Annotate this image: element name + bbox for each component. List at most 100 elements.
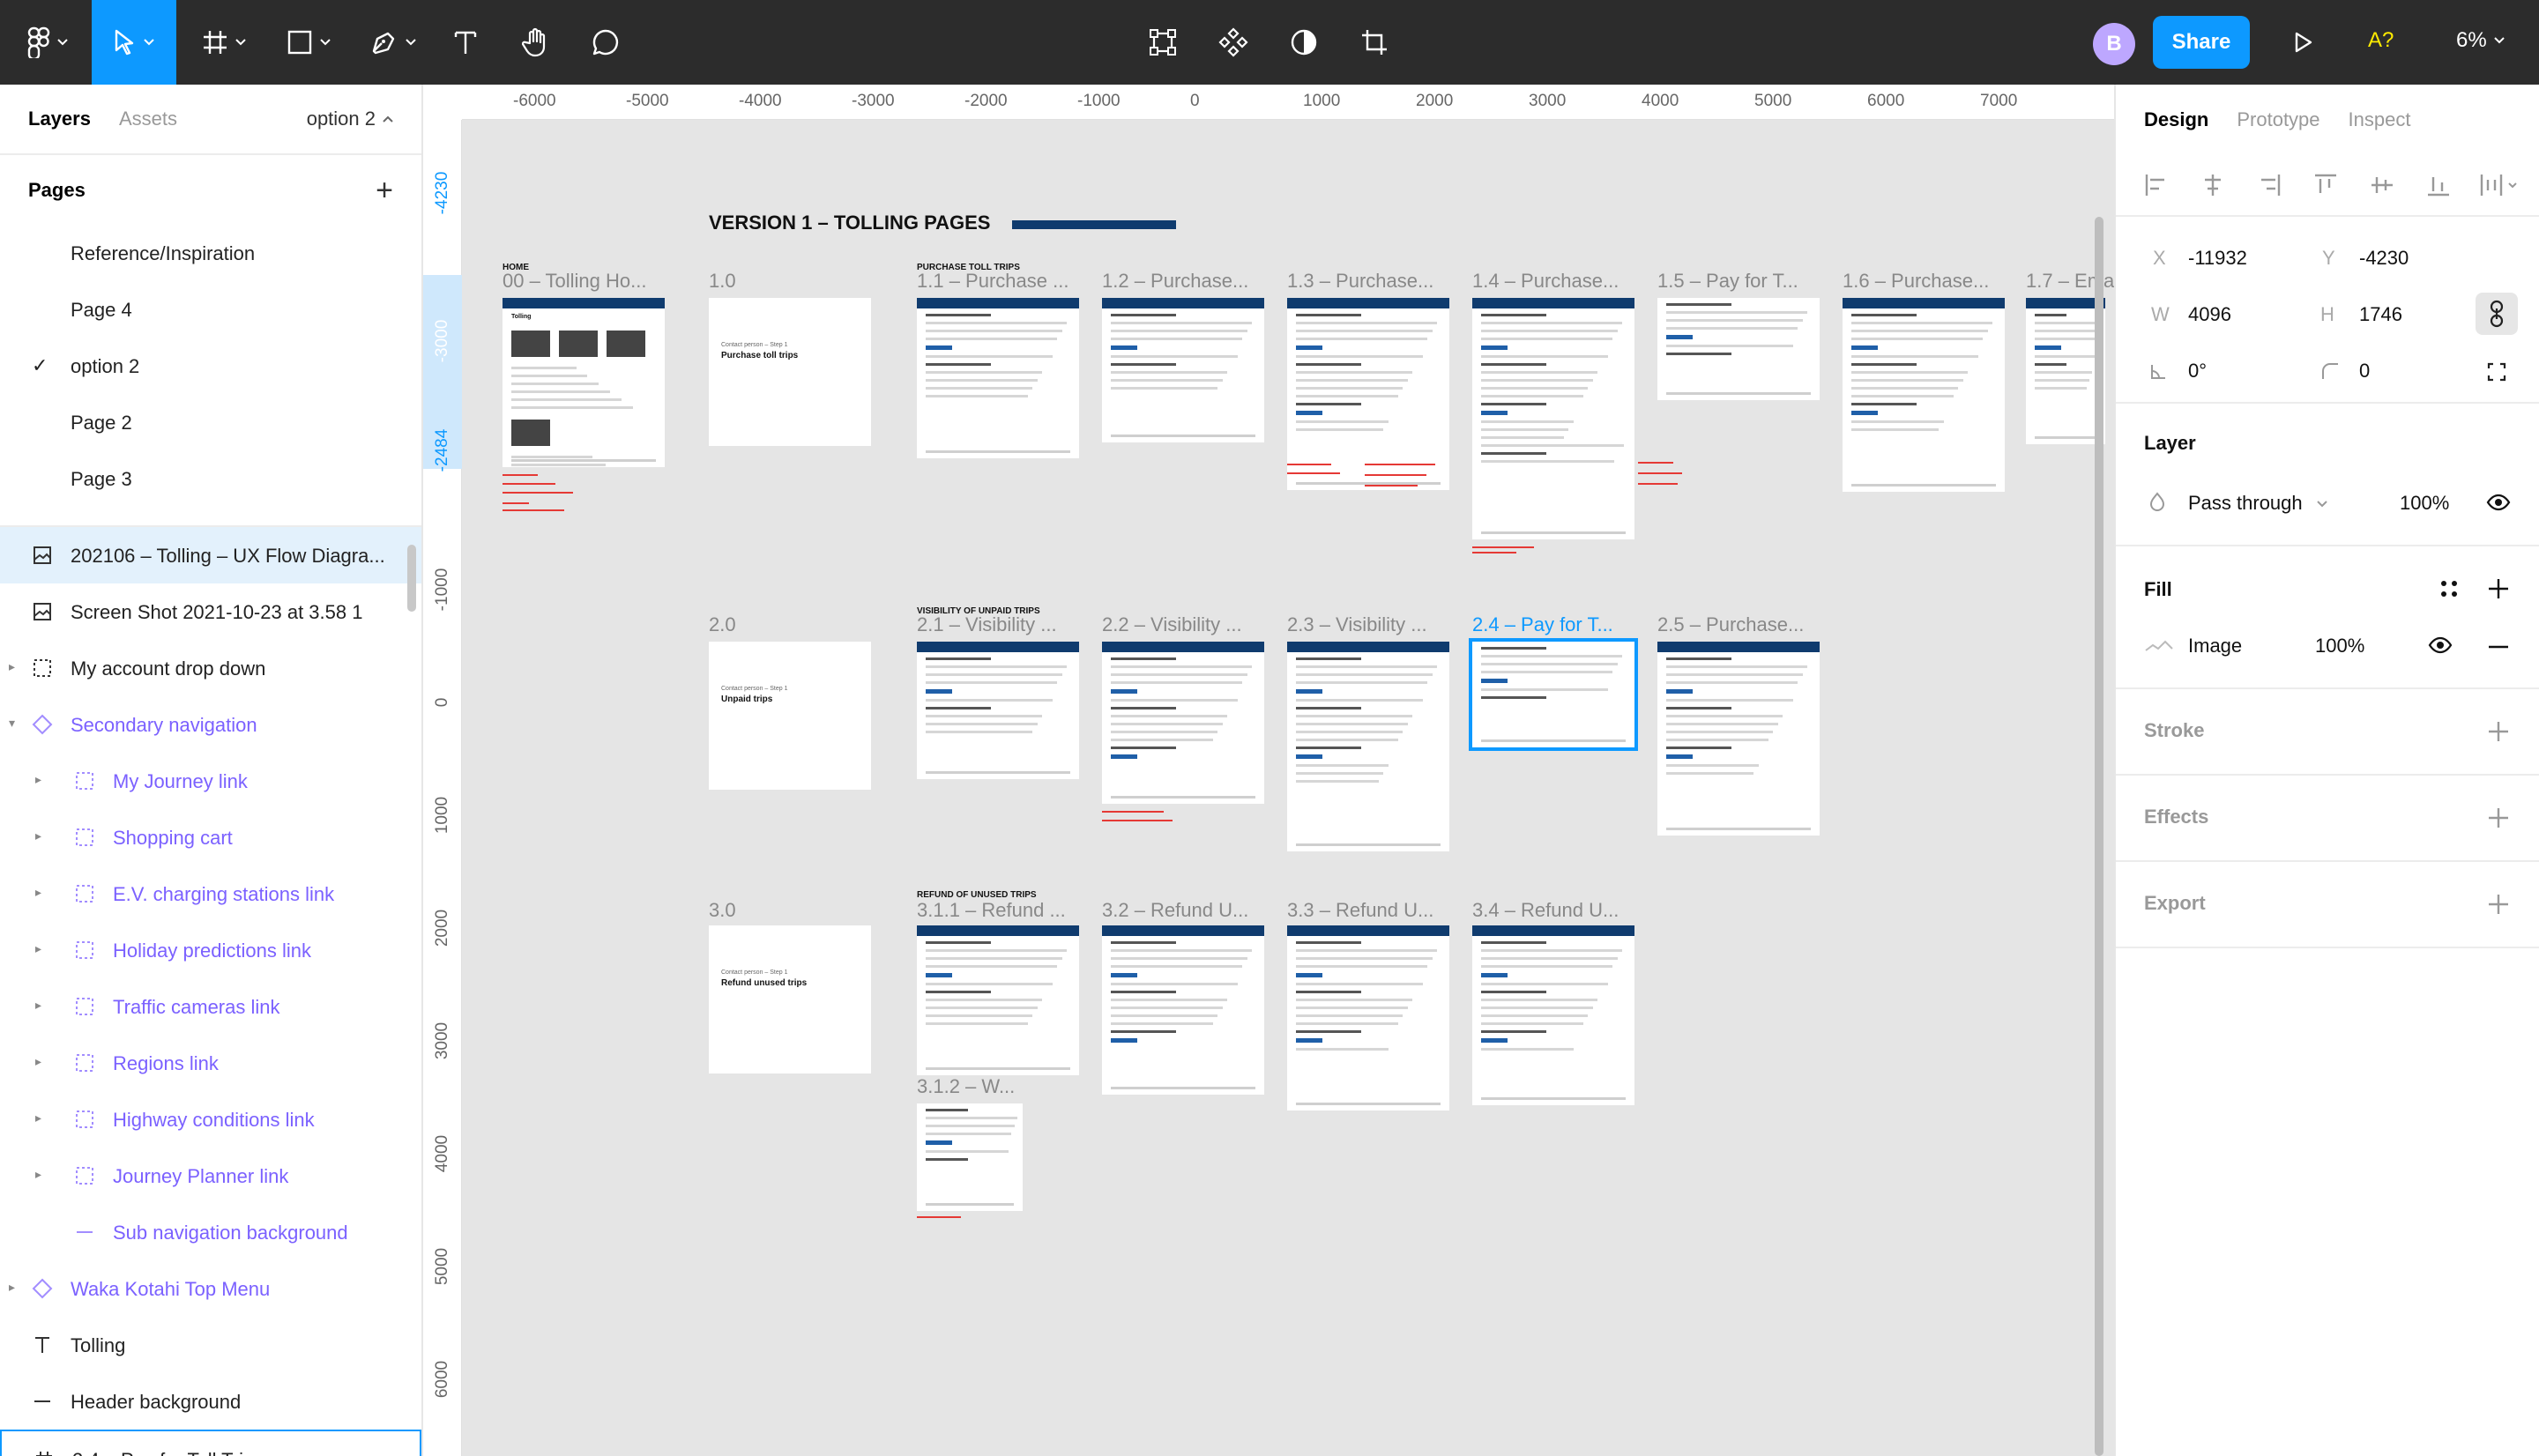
screen-frame[interactable]	[2026, 298, 2105, 444]
screen-frame[interactable]	[1102, 298, 1264, 442]
layer-row[interactable]: Header background	[0, 1373, 421, 1430]
align-horizontal-center-icon[interactable]	[2200, 173, 2225, 197]
layer-row[interactable]: ▸ Holiday predictions link	[0, 922, 421, 978]
create-component-button[interactable]	[1213, 0, 1254, 85]
caret-right-icon[interactable]: ▸	[35, 885, 41, 900]
user-avatar[interactable]: B	[2093, 23, 2135, 65]
frame-tool-button[interactable]	[192, 0, 256, 85]
align-vertical-center-icon[interactable]	[2370, 173, 2394, 197]
edit-object-button[interactable]	[1143, 0, 1183, 85]
present-button[interactable]	[2282, 0, 2326, 85]
page-item[interactable]: Page 2	[0, 395, 421, 451]
blend-mode-dropdown[interactable]: Pass through	[2188, 492, 2303, 515]
screen-frame[interactable]	[917, 925, 1079, 1075]
independent-corners-icon[interactable]	[2486, 361, 2507, 383]
layer-row[interactable]: ▸ E.V. charging stations link	[0, 865, 421, 922]
image-thumbnail-icon[interactable]	[2144, 635, 2174, 656]
screen-frame[interactable]	[1469, 638, 1638, 751]
screen-frame[interactable]	[1287, 642, 1449, 851]
section-divider-frame[interactable]: Contact person – Step 1 Unpaid trips	[709, 642, 871, 790]
crop-button[interactable]	[1354, 0, 1395, 85]
align-top-icon[interactable]	[2313, 173, 2338, 197]
fill-type-label[interactable]: Image	[2188, 635, 2242, 657]
page-item[interactable]: Page 3	[0, 451, 421, 508]
missing-fonts-indicator[interactable]: A?	[2368, 28, 2394, 53]
main-menu-button[interactable]	[19, 0, 76, 85]
layer-opacity-input[interactable]: 100%	[2400, 492, 2449, 515]
share-button[interactable]: Share	[2153, 16, 2250, 69]
shape-tool-button[interactable]	[277, 0, 340, 85]
height-input[interactable]: 1746	[2359, 303, 2402, 326]
layer-row[interactable]: Screen Shot 2021-10-23 at 3.58 1	[0, 583, 421, 640]
mask-button[interactable]	[1284, 0, 1324, 85]
layer-row[interactable]: ▸ Regions link	[0, 1035, 421, 1091]
add-effect-icon[interactable]	[2486, 806, 2511, 830]
layer-row[interactable]: 2.4 – Pay for Toll Trips	[0, 1430, 421, 1456]
corner-radius-input[interactable]: 0	[2359, 360, 2370, 383]
align-bottom-icon[interactable]	[2426, 173, 2451, 197]
screen-frame[interactable]	[1657, 298, 1820, 400]
caret-right-icon[interactable]: ▸	[35, 828, 41, 843]
layer-row[interactable]: Sub navigation background	[0, 1204, 421, 1260]
screen-frame[interactable]	[917, 298, 1079, 458]
page-item[interactable]: Page 4	[0, 282, 421, 338]
rotation-input[interactable]: 0°	[2188, 360, 2207, 383]
layer-row[interactable]: Tolling	[0, 1317, 421, 1373]
tab-layers[interactable]: Layers	[28, 108, 91, 130]
hand-tool-button[interactable]	[513, 0, 559, 85]
caret-right-icon[interactable]: ▸	[9, 1280, 15, 1295]
screen-frame[interactable]	[1102, 642, 1264, 804]
caret-right-icon[interactable]: ▸	[35, 772, 41, 787]
screen-frame[interactable]	[1657, 642, 1820, 836]
caret-down-icon[interactable]: ▾	[9, 716, 15, 731]
screen-frame[interactable]	[1102, 925, 1264, 1095]
page-item[interactable]: Reference/Inspiration	[0, 226, 421, 282]
align-right-icon[interactable]	[2257, 173, 2282, 197]
screen-frame[interactable]	[1287, 925, 1449, 1111]
fill-opacity-input[interactable]: 100%	[2315, 635, 2364, 657]
tab-inspect[interactable]: Inspect	[2349, 108, 2411, 131]
y-input[interactable]: -4230	[2359, 247, 2409, 270]
caret-right-icon[interactable]: ▸	[9, 659, 15, 674]
screen-frame[interactable]	[1472, 298, 1634, 539]
screen-frame[interactable]	[917, 1103, 1023, 1211]
eye-icon[interactable]	[2428, 636, 2453, 654]
page-item[interactable]: ✓ option 2	[0, 338, 421, 395]
layer-row[interactable]: ▸ Highway conditions link	[0, 1091, 421, 1148]
pen-tool-button[interactable]	[361, 0, 425, 85]
layer-row[interactable]: ▸ My Journey link	[0, 753, 421, 809]
screen-frame[interactable]	[1287, 298, 1449, 490]
layer-row[interactable]: ▸ Traffic cameras link	[0, 978, 421, 1035]
layer-row[interactable]: ▸ Journey Planner link	[0, 1148, 421, 1204]
tab-prototype[interactable]: Prototype	[2237, 108, 2319, 131]
x-input[interactable]: -11932	[2188, 247, 2247, 270]
zoom-dropdown[interactable]: 6%	[2456, 28, 2505, 53]
text-tool-button[interactable]	[444, 0, 487, 85]
layer-row[interactable]: ▾ Secondary navigation	[0, 696, 421, 753]
section-divider-frame[interactable]: Contact person – Step 1 Purchase toll tri…	[709, 298, 871, 446]
layers-scrollbar[interactable]	[407, 545, 416, 612]
layer-row[interactable]: ▸ Waka Kotahi Top Menu	[0, 1260, 421, 1317]
width-input[interactable]: 4096	[2188, 303, 2231, 326]
caret-right-icon[interactable]: ▸	[35, 941, 41, 956]
caret-right-icon[interactable]: ▸	[35, 998, 41, 1013]
screen-frame[interactable]: Tolling	[503, 298, 665, 467]
caret-right-icon[interactable]: ▸	[35, 1054, 41, 1069]
canvas-scrollbar[interactable]	[2095, 217, 2103, 1456]
constrain-proportions-button[interactable]	[2476, 293, 2518, 335]
tab-assets[interactable]: Assets	[119, 108, 177, 130]
eye-icon[interactable]	[2486, 494, 2511, 511]
comment-tool-button[interactable]	[584, 0, 628, 85]
caret-right-icon[interactable]: ▸	[35, 1167, 41, 1182]
layer-row[interactable]: 202106 – Tolling – UX Flow Diagra...	[0, 527, 421, 583]
screen-frame[interactable]	[917, 642, 1079, 779]
add-export-icon[interactable]	[2486, 892, 2511, 917]
layer-row[interactable]: ▸ Shopping cart	[0, 809, 421, 865]
style-grid-icon[interactable]	[2438, 578, 2460, 599]
screen-frame[interactable]	[1472, 925, 1634, 1105]
remove-fill-icon[interactable]	[2486, 635, 2511, 659]
layer-row[interactable]: ▸ My account drop down	[0, 640, 421, 696]
distribute-icon[interactable]	[2479, 173, 2518, 197]
add-page-button[interactable]: +	[376, 174, 393, 208]
canvas[interactable]: VERSION 1 – TOLLING PAGES HOME PURCHASE TO…	[423, 85, 2114, 1456]
